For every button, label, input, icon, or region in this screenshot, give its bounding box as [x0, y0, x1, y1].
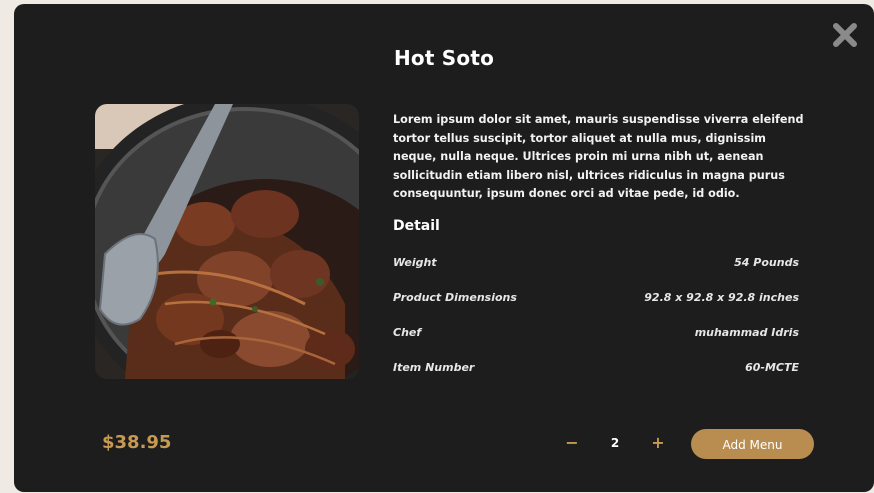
close-icon [833, 23, 857, 47]
detail-heading: Detail [393, 218, 440, 234]
food-photo [95, 104, 359, 379]
spec-row-item-number: Item Number 60-MCTE [393, 361, 799, 379]
quantity-increase-button[interactable]: + [647, 431, 669, 455]
quantity-value: 2 [610, 436, 620, 450]
spec-label: Chef [393, 326, 422, 339]
spec-label: Item Number [393, 361, 475, 374]
spec-row-dimensions: Product Dimensions 92.8 x 92.8 x 92.8 in… [393, 291, 799, 309]
close-button[interactable] [831, 21, 859, 49]
spec-value: muhammad Idris [694, 326, 799, 339]
spec-value: 60-MCTE [745, 361, 799, 374]
spec-value: 54 Pounds [734, 256, 799, 269]
product-title: Hot Soto [393, 46, 495, 70]
spec-row-weight: Weight 54 Pounds [393, 256, 799, 274]
product-description: Lorem ipsum dolor sit amet, mauris suspe… [393, 113, 804, 200]
spec-value: 92.8 x 92.8 x 92.8 inches [644, 291, 799, 304]
product-modal: Hot Soto Lorem ipsum dolor sit amet, mau… [14, 4, 874, 492]
price-label: $38.95 [102, 432, 172, 453]
quantity-decrease-button[interactable]: − [561, 431, 583, 455]
add-menu-button[interactable]: Add Menu [691, 429, 814, 459]
spec-label: Weight [393, 256, 437, 269]
spec-label: Product Dimensions [393, 291, 517, 304]
spec-row-chef: Chef muhammad Idris [393, 326, 799, 344]
